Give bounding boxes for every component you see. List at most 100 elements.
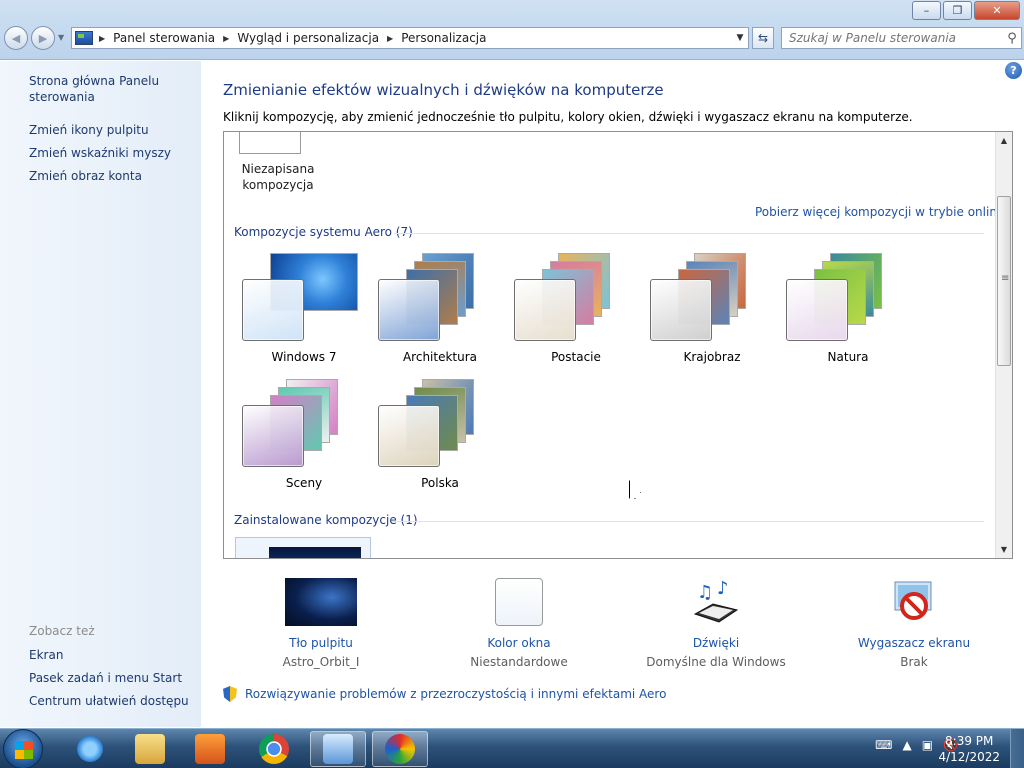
installed-themes-group-title: Zainstalowane kompozycje (1) [234, 513, 418, 527]
installed-theme-thumbnail[interactable] [235, 537, 371, 558]
sounds-icon[interactable]: ♫ ♪ [691, 578, 741, 626]
desktop-background-value: Astro_Orbit_I [282, 655, 360, 669]
theme-name[interactable]: Windows 7 [238, 350, 370, 364]
window-color-swatch[interactable] [495, 578, 543, 626]
theme-tile[interactable]: PolskaPolska [374, 375, 502, 495]
window-color-setting[interactable]: Kolor okna Niestandardowe [439, 578, 599, 669]
taskbar-app[interactable] [372, 731, 428, 767]
theme-name[interactable]: Architektura [374, 350, 506, 364]
breadcrumb-appearance[interactable]: Wygląd i personalizacja [237, 31, 379, 45]
address-dropdown-icon[interactable]: ▼ [732, 33, 748, 43]
page-title: Zmienianie efektów wizualnych i dźwięków… [223, 81, 664, 99]
svg-text:♪: ♪ [717, 578, 729, 599]
refresh-icon: ⇆ [757, 31, 769, 45]
sidebar-link-account-picture[interactable]: Zmień obraz konta [29, 168, 142, 184]
breadcrumb-control-panel[interactable]: Panel sterowania [113, 31, 215, 45]
see-also-title: Zobacz też [29, 624, 95, 638]
back-button[interactable]: ◀ [4, 26, 28, 50]
keyboard-icon[interactable]: ⌨ [875, 738, 892, 752]
svg-text:♫: ♫ [697, 582, 713, 603]
start-button[interactable] [3, 729, 43, 768]
recent-pages-dropdown[interactable]: ▼ [58, 33, 64, 42]
close-button[interactable]: ✕ [974, 1, 1020, 20]
forward-button[interactable]: ▶ [31, 26, 55, 50]
theme-tile[interactable]: ScenySceny [238, 375, 366, 495]
search-icon[interactable]: ⚲ [1003, 31, 1021, 46]
show-desktop-button[interactable] [1010, 729, 1024, 768]
desktop-background-link[interactable]: Tło pulpitu [241, 636, 401, 650]
unsaved-theme-thumbnail[interactable] [239, 132, 301, 154]
sidebar-link-ease-of-access[interactable]: Centrum ułatwień dostępu [29, 693, 189, 709]
clock-date: 4/12/2022 [938, 750, 1000, 764]
minimize-button[interactable]: – [912, 1, 941, 20]
sounds-setting[interactable]: ♫ ♪ Dźwięki Domyślne dla Windows [636, 578, 796, 669]
window-color-value: Niestandardowe [470, 655, 568, 669]
clock[interactable]: 8:39 PM 4/12/2022 [938, 733, 1000, 765]
app-icon [385, 734, 415, 764]
breadcrumb-arrow-icon[interactable]: ▶ [99, 34, 105, 43]
group-divider [394, 233, 984, 234]
network-icon[interactable]: ▣ [922, 738, 933, 752]
search-input[interactable] [782, 31, 1003, 45]
screensaver-value: Brak [900, 655, 928, 669]
screensaver-link[interactable]: Wygaszacz ekranu [834, 636, 994, 650]
maximize-button[interactable]: ❐ [943, 1, 972, 20]
taskbar-chrome[interactable] [246, 731, 302, 767]
theme-name[interactable]: Sceny [238, 476, 370, 490]
theme-name[interactable]: Krajobraz [646, 350, 778, 364]
theme-list[interactable]: Niezapisana kompozycja Pobierz więcej ko… [223, 131, 1013, 559]
shield-icon [223, 686, 237, 702]
sidebar-link-taskbar[interactable]: Pasek zadań i menu Start [29, 670, 182, 686]
theme-tile[interactable]: ArchitekturaArchitektura [374, 249, 502, 369]
show-hidden-icons-icon[interactable]: ▲ [902, 738, 911, 752]
theme-tile[interactable]: PostaciePostacie [510, 249, 638, 369]
theme-list-scrollbar[interactable]: ▲ ▼ [995, 132, 1012, 558]
theme-tile[interactable]: Windows 7Windows 7 [238, 249, 366, 369]
wallpaper-thumbnail[interactable] [285, 578, 357, 626]
theme-color-preview [514, 279, 576, 341]
arrow-left-icon: ◀ [11, 31, 21, 45]
aero-troubleshoot-label[interactable]: Rozwiązywanie problemów z przezroczystoś… [245, 687, 666, 701]
theme-tile[interactable]: NaturaNatura [782, 249, 910, 369]
theme-color-preview [378, 279, 440, 341]
scrollbar-thumb[interactable] [997, 196, 1011, 366]
taskbar-explorer[interactable] [122, 731, 178, 767]
sounds-value: Domyślne dla Windows [646, 655, 786, 669]
theme-color-preview [650, 279, 712, 341]
breadcrumb-personalization[interactable]: Personalizacja [401, 31, 486, 45]
title-bar: – ❐ ✕ ◀ ▶ ▼ ▶ Panel sterowania ▶ Wygląd … [0, 0, 1024, 60]
sidebar-link-control-panel-home[interactable]: Strona główna Panelu sterowania [29, 73, 169, 105]
scroll-up-icon[interactable]: ▲ [996, 132, 1012, 149]
address-bar[interactable]: ▶ Panel sterowania ▶ Wygląd i personaliz… [71, 27, 749, 49]
theme-tile[interactable]: KrajobrazKrajobraz [646, 249, 774, 369]
theme-color-preview [378, 405, 440, 467]
scroll-down-icon[interactable]: ▼ [996, 541, 1012, 558]
screensaver-icon[interactable] [889, 578, 939, 626]
refresh-button[interactable]: ⇆ [752, 27, 774, 49]
sidebar-link-display[interactable]: Ekran [29, 647, 63, 663]
sidebar-link-desktop-icons[interactable]: Zmień ikony pulpitu [29, 122, 149, 138]
get-more-themes-link[interactable]: Pobierz więcej kompozycji w trybie onlin… [755, 205, 1004, 219]
search-box[interactable]: ⚲ [781, 27, 1022, 49]
unsaved-theme-label[interactable]: Niezapisana kompozycja [234, 161, 322, 193]
theme-color-preview [786, 279, 848, 341]
breadcrumb-arrow-icon[interactable]: ▶ [387, 34, 393, 43]
breadcrumb-arrow-icon[interactable]: ▶ [223, 34, 229, 43]
theme-name[interactable]: Postacie [510, 350, 642, 364]
theme-name[interactable]: Natura [782, 350, 914, 364]
aero-troubleshoot-link[interactable]: Rozwiązywanie problemów z przezroczystoś… [223, 686, 666, 702]
taskbar-control-panel[interactable] [310, 731, 366, 767]
page-description: Kliknij kompozycję, aby zmienić jednocze… [223, 110, 913, 124]
desktop-background-setting[interactable]: Tło pulpitu Astro_Orbit_I [241, 578, 401, 669]
internet-explorer-icon [75, 734, 105, 764]
aero-themes-group-title: Kompozycje systemu Aero (7) [234, 225, 413, 239]
taskbar-internet-explorer[interactable] [62, 731, 118, 767]
sidebar-link-mouse-pointers[interactable]: Zmień wskaźniki myszy [29, 145, 171, 161]
taskbar-media-player[interactable] [182, 731, 238, 767]
sounds-link[interactable]: Dźwięki [636, 636, 796, 650]
taskbar: ⌨ ▲ ▣ 🔇 8:39 PM 4/12/2022 [0, 728, 1024, 768]
window-color-link[interactable]: Kolor okna [439, 636, 599, 650]
help-icon[interactable]: ? [1005, 62, 1022, 79]
screensaver-setting[interactable]: Wygaszacz ekranu Brak [834, 578, 994, 669]
theme-name[interactable]: Polska [374, 476, 506, 490]
